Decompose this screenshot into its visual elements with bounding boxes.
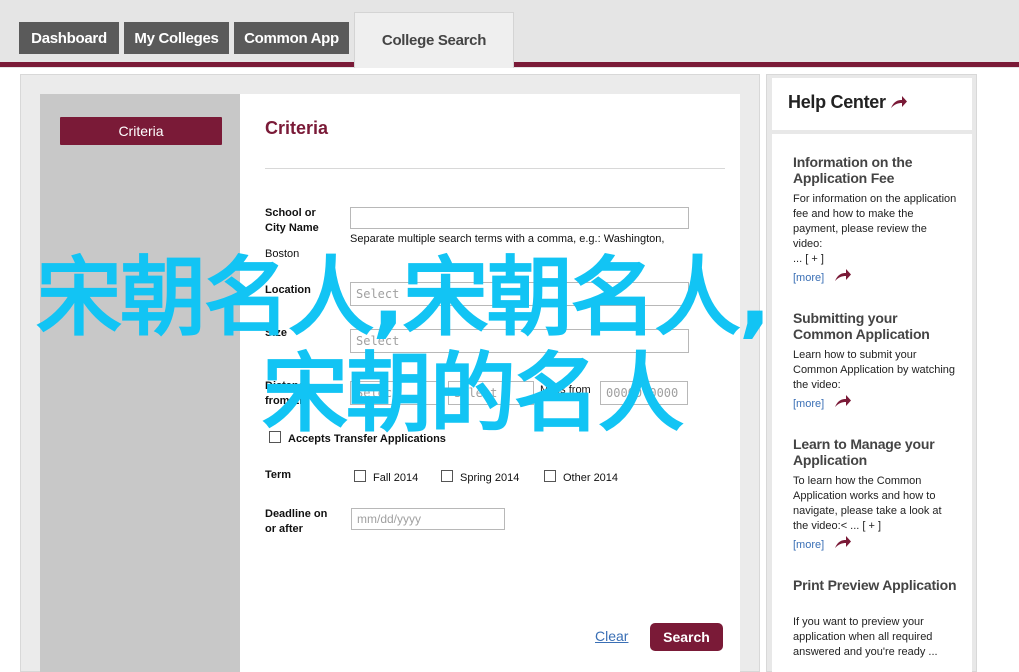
form-divider bbox=[265, 168, 725, 169]
help-item-text: If you want to preview your application … bbox=[793, 616, 938, 658]
help-item-text: To learn how the Common Application work… bbox=[793, 475, 942, 532]
help-item-expand[interactable]: ... [ + ] bbox=[793, 252, 958, 267]
arrow-icon bbox=[835, 395, 851, 407]
school-label: School or City Name bbox=[265, 207, 319, 234]
overlay-text-line1: 宋朝名人,宋朝名人, bbox=[36, 248, 771, 348]
school-hint: Separate multiple search terms with a co… bbox=[350, 233, 665, 245]
deadline-label: Deadline on or after bbox=[265, 508, 328, 535]
help-item-title[interactable]: Submitting your Common Application bbox=[793, 310, 958, 342]
help-item-title[interactable]: Print Preview Application bbox=[793, 577, 958, 593]
overlay-text-line2: 宋朝的名人 bbox=[262, 344, 684, 444]
arrow-icon bbox=[835, 269, 851, 281]
school-input[interactable] bbox=[350, 207, 689, 229]
arrow-icon bbox=[891, 96, 908, 108]
help-title: Help Center bbox=[788, 92, 908, 113]
criteria-sidebar bbox=[40, 94, 240, 672]
help-item-title[interactable]: Learn to Manage your Application bbox=[793, 436, 958, 468]
deadline-input[interactable]: mm/dd/yyyy bbox=[351, 508, 505, 530]
help-more-link[interactable]: [more] bbox=[793, 272, 824, 284]
term-label: Term bbox=[265, 469, 292, 481]
help-more-link[interactable]: [more] bbox=[793, 398, 824, 410]
criteria-button[interactable]: Criteria bbox=[60, 117, 222, 145]
help-title-text: Help Center bbox=[788, 92, 886, 112]
term-other-label: Other 2014 bbox=[563, 472, 619, 484]
term-fall-checkbox[interactable] bbox=[354, 470, 366, 482]
help-item-text: Learn how to submit your Common Applicat… bbox=[793, 349, 956, 391]
tab-college-search[interactable]: College Search bbox=[354, 12, 514, 68]
term-spring-label: Spring 2014 bbox=[460, 472, 520, 484]
tab-my-colleges[interactable]: My Colleges bbox=[124, 22, 229, 54]
help-item-text: For information on the application fee a… bbox=[793, 193, 957, 250]
term-spring-checkbox[interactable] bbox=[441, 470, 453, 482]
term-other-checkbox[interactable] bbox=[544, 470, 556, 482]
term-fall-label: Fall 2014 bbox=[373, 472, 419, 484]
form-title: Criteria bbox=[265, 118, 329, 138]
tab-dashboard[interactable]: Dashboard bbox=[19, 22, 119, 54]
tab-common-app[interactable]: Common App bbox=[234, 22, 349, 54]
search-button[interactable]: Search bbox=[650, 623, 723, 651]
help-more-link[interactable]: [more] bbox=[793, 539, 824, 551]
arrow-icon bbox=[835, 536, 851, 548]
help-item-title[interactable]: Information on the Application Fee bbox=[793, 154, 958, 186]
clear-link[interactable]: Clear bbox=[595, 628, 628, 644]
